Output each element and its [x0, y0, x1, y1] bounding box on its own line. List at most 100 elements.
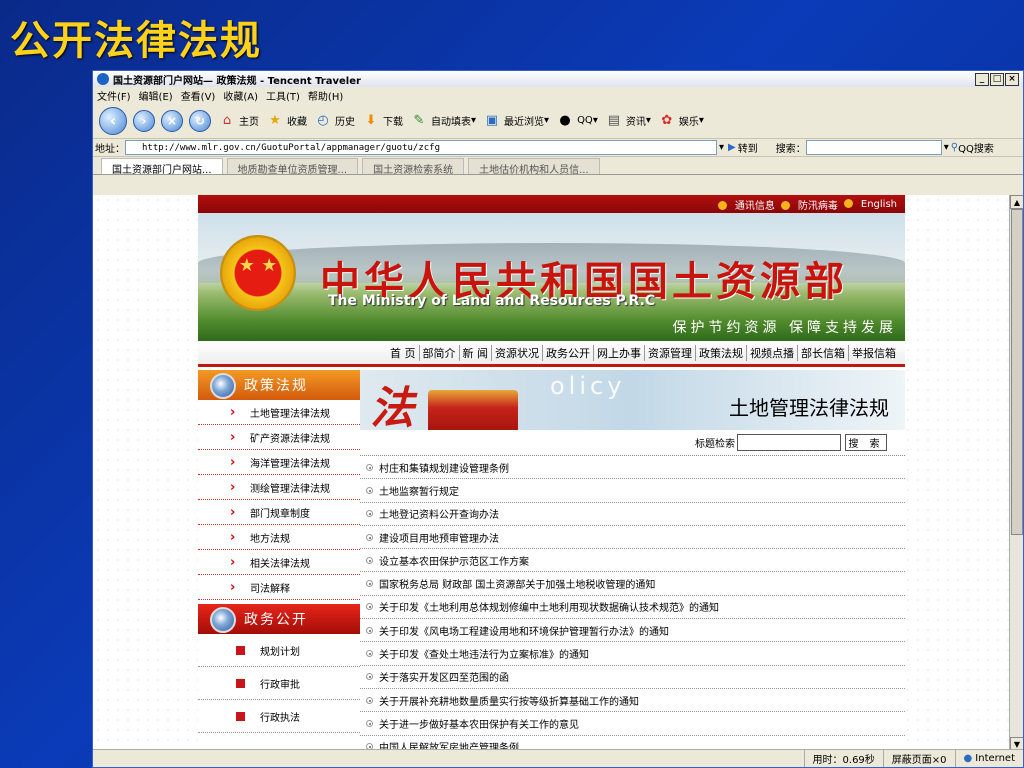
close-button[interactable]: × [1005, 72, 1019, 86]
list-item[interactable]: 关于印发《查处土地违法行为立案标准》的通知 [360, 642, 905, 666]
web-page: 通讯信息 防汛病毒 English ★ ★ 中华人民共和国国土资源部 The M… [198, 195, 905, 751]
sidebar-item[interactable]: 矿产资源法律法规 [198, 425, 360, 450]
history-button[interactable]: ◴ 历史 [313, 111, 355, 131]
sidebar-item[interactable]: 海洋管理法律法规 [198, 450, 360, 475]
go-icon: ▶ [728, 142, 736, 153]
status-bar: 用时：0.69秒 屏蔽页面×0 ● Internet [93, 749, 1023, 767]
list-item[interactable]: 关于进一步做好基本农田保护有关工作的意见 [360, 712, 905, 736]
menu-edit[interactable]: 编辑(E) [139, 88, 173, 103]
top-link-english[interactable]: English [843, 199, 897, 210]
menu-favorites[interactable]: 收藏(A) [223, 88, 258, 103]
law-list: 村庄和集镇规划建设管理条例 土地监察暂行规定 土地登记资料公开查询办法 建设项目… [360, 456, 905, 751]
blocked-count[interactable]: 屏蔽页面×0 [882, 750, 955, 767]
bullet-icon [366, 556, 373, 564]
nav-report-mail[interactable]: 举报信箱 [849, 345, 899, 361]
sidebar-item[interactable]: 土地管理法律法规 [198, 400, 360, 425]
bullet-icon [366, 650, 373, 658]
forward-arrow-icon[interactable]: › [133, 109, 155, 132]
top-link-news[interactable]: 通讯信息 [717, 197, 775, 212]
nav-video[interactable]: 视频点播 [747, 344, 798, 361]
home-icon: ⌂ [222, 113, 232, 128]
title-search-input[interactable] [737, 434, 841, 451]
menu-file[interactable]: 文件(F) [97, 88, 131, 103]
penguin-icon: ● [559, 113, 571, 128]
minimize-button[interactable]: _ [975, 72, 989, 86]
nav-resource-mgmt[interactable]: 资源管理 [645, 344, 696, 361]
title-search-button[interactable]: 搜 索 [845, 434, 887, 451]
browser-window: 国土资源部门户网站— 政策法规 - Tencent Traveler _ □ ×… [92, 70, 1024, 768]
dropdown-icon[interactable]: ▾ [719, 142, 724, 153]
address-bar: 地址： ▾ ▶ 转到 搜索： ▾ ⚲ QQ搜索 [93, 139, 1023, 157]
window-title: 国土资源部门户网站— 政策法规 - Tencent Traveler [113, 75, 361, 87]
recent-button[interactable]: ▣ 最近浏览 ▾ [482, 111, 549, 131]
list-item[interactable]: 土地登记资料公开查询办法 [360, 503, 905, 526]
list-item[interactable]: 建设项目用地预审管理办法 [360, 526, 905, 550]
home-button[interactable]: ⌂ 主页 [217, 111, 259, 131]
search-dropdown-icon[interactable]: ▾ [944, 142, 949, 153]
menu-view[interactable]: 查看(V) [181, 88, 216, 103]
tab-land-valuation[interactable]: 土地估价机构和人员信... [468, 158, 600, 176]
hero-char: 法 [370, 383, 414, 430]
scroll-up-icon[interactable]: ▲ [1010, 195, 1023, 209]
search-label: 搜索： [775, 144, 806, 155]
qq-button[interactable]: ● QQ ▾ [555, 111, 597, 131]
nav-online-service[interactable]: 网上办事 [594, 344, 645, 361]
national-emblem-icon: ★ ★ [220, 235, 296, 311]
list-item[interactable]: 土地监察暂行规定 [360, 479, 905, 503]
download-button[interactable]: ⬇ 下载 [361, 111, 403, 131]
tab-survey[interactable]: 地质勘查单位资质管理... [226, 158, 359, 176]
go-button[interactable]: 转到 [738, 140, 758, 155]
news-button[interactable]: ▤ 资讯 ▾ [604, 111, 651, 131]
section-heading: 土地管理法律法规 [729, 396, 889, 420]
scroll-thumb[interactable] [1011, 209, 1023, 535]
nav-news[interactable]: 新 闻 [460, 344, 492, 361]
address-input[interactable] [125, 140, 717, 155]
sidebar-item[interactable]: 行政执法 [198, 700, 360, 733]
top-link-bar: 通讯信息 防汛病毒 English [198, 195, 905, 213]
refresh-icon[interactable]: ↻ [189, 109, 211, 132]
favorites-button[interactable]: ★ 收藏 [265, 111, 307, 131]
bullet-icon [366, 626, 373, 634]
nav-about[interactable]: 部简介 [420, 344, 460, 361]
sidebar-item[interactable]: 司法解释 [198, 575, 360, 600]
back-arrow-icon[interactable]: ‹ [99, 106, 127, 135]
sidebar-item[interactable]: 行政审批 [198, 667, 360, 700]
qq-search-button[interactable]: QQ搜索 [958, 140, 994, 155]
fun-button[interactable]: ✿ 娱乐 ▾ [657, 111, 703, 131]
list-item[interactable]: 国家税务总局 财政部 国土资源部关于加强土地税收管理的通知 [360, 572, 905, 596]
autofill-button[interactable]: ✎ 自动填表 ▾ [409, 111, 476, 131]
search-input[interactable] [805, 140, 942, 155]
list-item[interactable]: 关于落实开发区四至范围的函 [360, 666, 905, 689]
sidebar-item[interactable]: 规划计划 [198, 634, 360, 667]
list-item[interactable]: 村庄和集镇规划建设管理条例 [360, 456, 905, 480]
left-sidebar: 政策法规 土地管理法律法规 矿产资源法律法规 海洋管理法律法规 测绘管理法律法规… [198, 370, 360, 751]
download-icon: ⬇ [365, 113, 377, 128]
list-item[interactable]: 关于印发《风电场工程建设用地和环境保护管理暂行办法》的通知 [360, 619, 905, 643]
tab-search-system[interactable]: 国土资源检索系统 [362, 158, 465, 176]
hero-word: olicy [550, 372, 626, 400]
list-item[interactable]: 关于印发《土地利用总体规划修编中土地利用现状数据确认技术规范》的通知 [360, 596, 905, 620]
menu-help[interactable]: 帮助(H) [308, 88, 343, 103]
nav-gov-affairs[interactable]: 政务公开 [543, 344, 594, 361]
toolbar: ‹ › × ↻ ⌂ 主页 ★ 收藏 ◴ 历史 ⬇ 下载 ✎ 自动填表 ▾ ▣ 最近浏览 ▾ … [93, 103, 1023, 139]
nav-minister-mail[interactable]: 部长信箱 [798, 344, 849, 361]
list-item[interactable]: 关于开展补充耕地数量质量实行按等级折算基础工作的通知 [360, 689, 905, 713]
nav-home[interactable]: 首 页 [387, 344, 420, 361]
sidebar-item[interactable]: 测绘管理法律法规 [198, 475, 360, 500]
top-link-virus[interactable]: 防汛病毒 [780, 197, 838, 212]
sidebar-item[interactable]: 地方法规 [198, 525, 360, 550]
bullet-icon [366, 486, 373, 494]
tab-portal[interactable]: 国土资源部门户网站... [101, 158, 223, 176]
nav-policy[interactable]: 政策法规 [696, 344, 747, 361]
globe-icon [210, 373, 236, 399]
vertical-scrollbar[interactable]: ▲ ▼ [1009, 195, 1023, 751]
news-icon: ▤ [607, 113, 620, 128]
sidebar-item[interactable]: 部门规章制度 [198, 500, 360, 525]
bullet-icon [366, 719, 373, 727]
sidebar-item[interactable]: 相关法律法规 [198, 550, 360, 575]
nav-resources[interactable]: 资源状况 [492, 344, 543, 361]
maximize-button[interactable]: □ [990, 72, 1004, 86]
menu-tools[interactable]: 工具(T) [266, 88, 300, 103]
stop-icon[interactable]: × [161, 109, 183, 132]
list-item[interactable]: 设立基本农田保护示范区工作方案 [360, 549, 905, 573]
